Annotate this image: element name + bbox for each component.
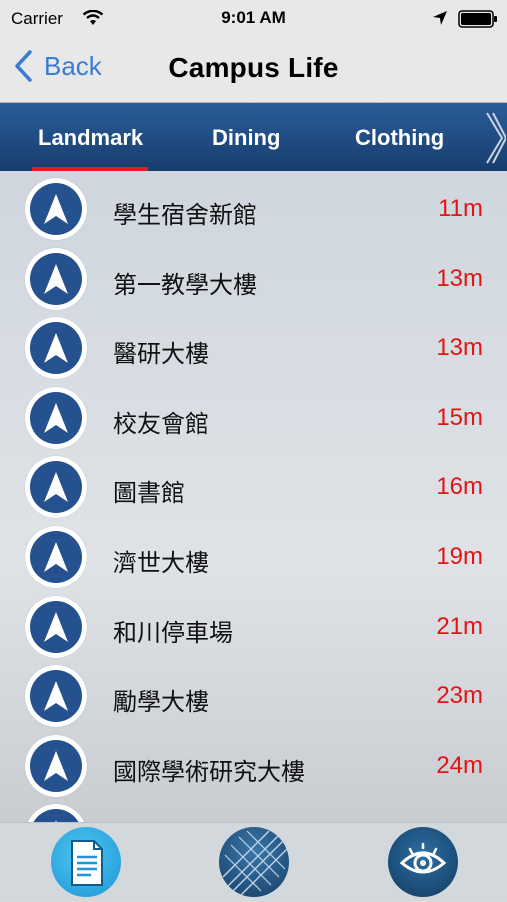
navigation-arrow-icon [25, 596, 87, 658]
list-item[interactable]: 勵學大樓 23m [0, 660, 507, 730]
eye-icon [399, 842, 447, 874]
navigation-arrow-icon [25, 526, 87, 588]
list-item[interactable] [0, 799, 507, 822]
place-distance: 13m [436, 265, 483, 292]
place-name: 國際學術研究大樓 [113, 759, 305, 786]
place-distance: 23m [436, 682, 483, 709]
navigation-arrow-icon [25, 387, 87, 449]
landmark-list: 學生宿舍新館 11m 第一教學大樓 13m 醫研大樓 13m 校友會館 15m … [0, 171, 507, 822]
view-button[interactable] [388, 827, 458, 897]
navigation-arrow-icon [25, 456, 87, 518]
location-arrow-icon [432, 10, 448, 31]
place-distance: 13m [436, 334, 483, 361]
bottom-toolbar [0, 822, 507, 901]
place-distance: 11m [438, 195, 483, 222]
document-icon [71, 840, 103, 886]
place-distance: 21m [436, 613, 483, 640]
list-item[interactable]: 和川停車場 21m [0, 591, 507, 661]
list-item[interactable]: 第一教學大樓 13m [0, 243, 507, 313]
navigation-arrow-icon [25, 735, 87, 797]
tab-clothing[interactable]: Clothing [355, 125, 444, 151]
list-item[interactable]: 國際學術研究大樓 24m [0, 730, 507, 800]
tab-dining[interactable]: Dining [212, 125, 280, 151]
list-item[interactable]: 校友會館 15m [0, 382, 507, 452]
place-name: 圖書館 [113, 480, 185, 507]
place-name: 校友會館 [113, 411, 209, 438]
page-title: Campus Life [168, 52, 339, 83]
place-distance: 15m [436, 404, 483, 431]
navigation-bar: Back Campus Life [0, 36, 507, 103]
list-item[interactable]: 圖書館 16m [0, 451, 507, 521]
place-name: 勵學大樓 [113, 689, 209, 716]
place-name: 學生宿舍新館 [113, 202, 257, 229]
place-name: 濟世大樓 [113, 550, 209, 577]
navigation-arrow-icon [25, 317, 87, 379]
place-distance: 19m [436, 543, 483, 570]
building-icon [222, 830, 288, 896]
chevron-right-icon[interactable] [484, 111, 506, 165]
navigation-arrow-icon [25, 178, 87, 240]
place-distance: 16m [436, 473, 483, 500]
list-item[interactable]: 濟世大樓 19m [0, 521, 507, 591]
battery-icon [458, 10, 498, 33]
navigation-arrow-icon [25, 665, 87, 727]
building-button[interactable] [219, 827, 289, 897]
clock: 9:01 AM [221, 8, 286, 27]
navigation-arrow-icon [25, 248, 87, 310]
place-name: 和川停車場 [113, 620, 233, 647]
place-name: 第一教學大樓 [113, 272, 257, 299]
place-name: 醫研大樓 [113, 341, 209, 368]
navigation-arrow-icon [25, 804, 87, 822]
document-button[interactable] [51, 827, 121, 897]
status-bar: Carrier 9:01 AM [0, 0, 507, 36]
list-item[interactable]: 醫研大樓 13m [0, 312, 507, 382]
list-item[interactable]: 學生宿舍新館 11m [0, 173, 507, 243]
place-distance: 24m [436, 752, 483, 779]
category-tabs: Landmark Dining Clothing [0, 103, 507, 171]
tab-landmark[interactable]: Landmark [38, 125, 143, 151]
